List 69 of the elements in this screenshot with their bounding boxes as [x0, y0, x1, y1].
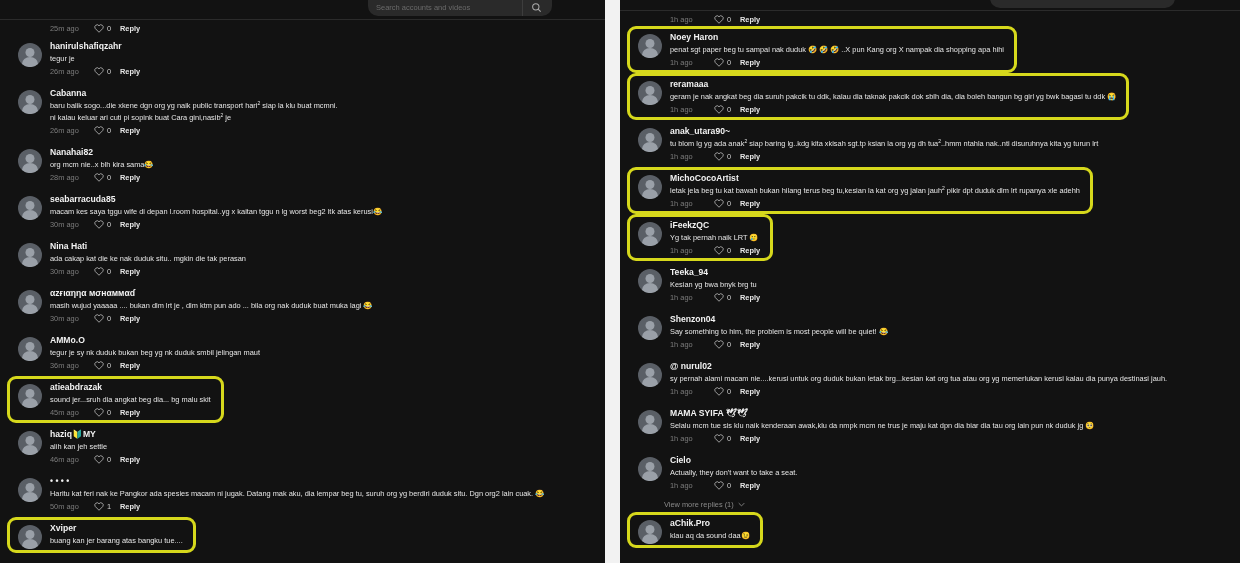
heart-icon — [94, 67, 104, 76]
heart-icon — [714, 105, 724, 114]
avatar-icon[interactable] — [638, 34, 662, 58]
search-icon — [531, 1, 542, 13]
avatar-icon[interactable] — [638, 81, 662, 105]
username[interactable]: Cielo — [670, 454, 691, 467]
heart-icon — [94, 408, 104, 417]
avatar-icon[interactable] — [18, 337, 42, 361]
heart-icon — [714, 387, 724, 396]
avatar-icon[interactable] — [18, 290, 42, 314]
heart-icon — [714, 293, 724, 302]
username[interactable]: Nanahai82 — [50, 146, 93, 159]
username[interactable]: hanirulshafiqzahr — [50, 40, 122, 53]
avatar-icon[interactable] — [638, 316, 662, 340]
heart-icon — [94, 455, 104, 464]
avatar-icon[interactable] — [638, 128, 662, 152]
avatar-icon[interactable] — [18, 478, 42, 502]
avatar-icon[interactable] — [638, 363, 662, 387]
username[interactable]: • • • • — [50, 475, 70, 488]
heart-icon — [714, 15, 724, 24]
avatar-icon[interactable] — [18, 384, 42, 408]
username[interactable]: seabarracuda85 — [50, 193, 116, 206]
heart-icon — [94, 173, 104, 182]
avatar-icon[interactable] — [18, 196, 42, 220]
username[interactable]: Teeka_94 — [670, 266, 709, 279]
avatar-icon[interactable] — [638, 457, 662, 481]
heart-icon — [714, 434, 724, 443]
username[interactable]: atieabdrazak — [50, 381, 103, 394]
heart-icon — [714, 246, 724, 255]
heart-icon — [94, 267, 104, 276]
avatar-icon[interactable] — [18, 431, 42, 455]
avatar-icon[interactable] — [638, 222, 662, 246]
heart-icon — [714, 58, 724, 67]
search-button[interactable] — [522, 0, 552, 16]
heart-icon — [94, 314, 104, 323]
avatar-icon[interactable] — [18, 149, 42, 173]
heart-icon — [94, 24, 104, 33]
avatar-icon[interactable] — [638, 269, 662, 293]
username[interactable]: haziq🔰MY — [50, 428, 96, 441]
username[interactable]: Nina Hati — [50, 240, 88, 253]
avatar-icon[interactable] — [638, 410, 662, 434]
heart-icon — [94, 361, 104, 370]
heart-icon — [714, 481, 724, 490]
heart-icon — [94, 502, 104, 511]
username[interactable]: aChik.Pro — [670, 517, 711, 530]
username[interactable]: Shenzon04 — [670, 313, 716, 326]
avatar-icon[interactable] — [18, 243, 42, 267]
username[interactable]: iFeekzQC — [670, 219, 710, 232]
avatar-icon[interactable] — [18, 525, 42, 549]
username[interactable]: Cabanna — [50, 87, 87, 100]
username[interactable]: MAMA SYIFA 🕊🕊 — [670, 407, 748, 420]
avatar-icon[interactable] — [18, 43, 42, 67]
username[interactable]: AMMo.O — [50, 334, 85, 347]
username[interactable]: MichoCocoArtist — [670, 172, 739, 185]
heart-icon — [714, 340, 724, 349]
chevron-down-icon — [737, 502, 745, 507]
username[interactable]: Xviper — [50, 522, 77, 535]
username[interactable]: αzғιαηηα мσнαммαɗ — [50, 287, 135, 300]
username[interactable]: reramaaa — [670, 78, 709, 91]
avatar-icon[interactable] — [638, 175, 662, 199]
heart-icon — [714, 152, 724, 161]
username[interactable]: @ nurul02 — [670, 360, 712, 373]
heart-icon — [94, 126, 104, 135]
avatar-icon[interactable] — [18, 90, 42, 114]
username[interactable]: anak_utara90~ — [670, 125, 730, 138]
heart-icon — [714, 199, 724, 208]
heart-icon — [94, 220, 104, 229]
username[interactable]: Noey Haron — [670, 31, 719, 44]
avatar-icon[interactable] — [638, 520, 662, 544]
